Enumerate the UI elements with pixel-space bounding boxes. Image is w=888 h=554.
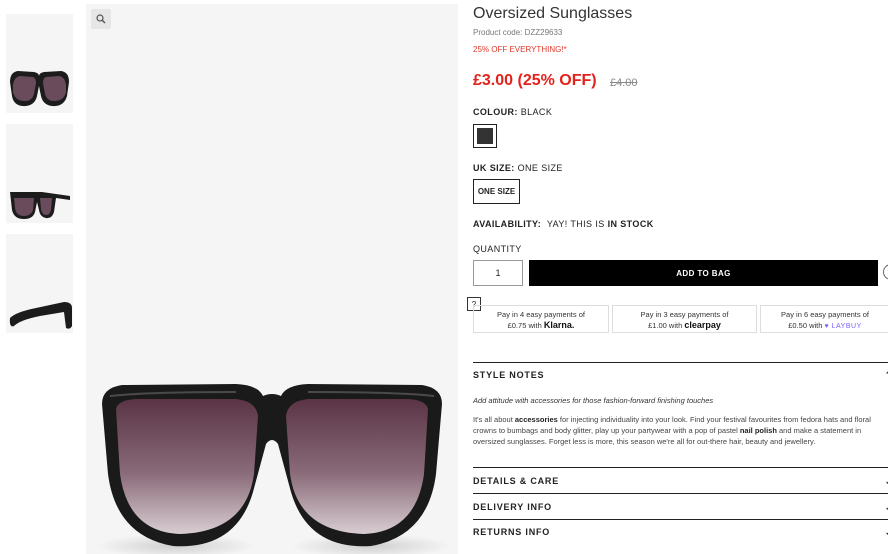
style-notes-tagline: Add attitude with accessories for those … bbox=[473, 396, 714, 405]
chevron-up-icon: ⌃ bbox=[885, 370, 888, 381]
size-label-key: UK SIZE: bbox=[473, 163, 515, 173]
style-notes-header[interactable]: STYLE NOTES ⌃ bbox=[473, 370, 888, 380]
chevron-down-icon: ⌄ bbox=[885, 476, 888, 487]
availability-label: AVAILABILITY: YAY! THIS IS IN STOCK bbox=[473, 219, 654, 229]
divider bbox=[473, 362, 888, 363]
payment-line: Pay in 4 easy payments of bbox=[497, 310, 585, 319]
body-link-accessories[interactable]: accessories bbox=[515, 415, 558, 424]
thumbnail-front[interactable] bbox=[6, 14, 73, 113]
payment-line: Pay in 3 easy payments of bbox=[640, 310, 729, 319]
payment-amount-row: £0.50 with ♥ LAYBUY bbox=[761, 320, 888, 332]
divider bbox=[473, 467, 888, 468]
thumbnail-angle[interactable] bbox=[6, 124, 73, 223]
size-label: UK SIZE: ONE SIZE bbox=[473, 163, 563, 173]
details-care-header[interactable]: DETAILS & CARE ⌄ bbox=[473, 476, 888, 486]
payment-option-laybuy[interactable]: Pay in 6 easy payments of £0.50 with ♥ L… bbox=[760, 305, 888, 333]
chevron-down-icon: ⌄ bbox=[885, 502, 888, 513]
colour-swatch-black[interactable] bbox=[473, 124, 497, 148]
main-product-image[interactable] bbox=[86, 4, 458, 554]
swatch-fill bbox=[477, 128, 493, 144]
original-price: £4.00 bbox=[610, 77, 638, 89]
payment-option-klarna[interactable]: Pay in 4 easy payments of £0.75 with Kla… bbox=[473, 305, 609, 333]
payment-amount: £0.75 with bbox=[507, 321, 542, 330]
heart-icon[interactable] bbox=[883, 264, 888, 280]
payment-amount: £0.50 with bbox=[788, 321, 823, 330]
delivery-info-header[interactable]: DELIVERY INFO ⌄ bbox=[473, 502, 888, 512]
sale-price: £3.00 (25% OFF) bbox=[473, 72, 597, 89]
colour-label-key: COLOUR: bbox=[473, 107, 518, 117]
style-notes-body: It's all about accessories for injecting… bbox=[473, 414, 888, 450]
sunglasses-image bbox=[96, 384, 451, 554]
product-code: Product code: DZZ29633 bbox=[473, 28, 563, 37]
quantity-input[interactable]: 1 bbox=[473, 260, 523, 286]
clearpay-logo: clearpay bbox=[684, 320, 721, 330]
colour-label: COLOUR: BLACK bbox=[473, 107, 552, 117]
delivery-info-title: DELIVERY INFO bbox=[473, 502, 552, 512]
payment-amount-row: £0.75 with Klarna. bbox=[474, 320, 608, 331]
product-title: Oversized Sunglasses bbox=[473, 5, 633, 22]
size-value: ONE SIZE bbox=[517, 163, 563, 173]
payment-amount: £1.00 with bbox=[648, 321, 683, 330]
availability-prefix: YAY! THIS IS bbox=[546, 219, 605, 229]
returns-info-header[interactable]: RETURNS INFO ⌄ bbox=[473, 527, 888, 537]
thumbnail-side[interactable] bbox=[6, 234, 73, 333]
divider bbox=[473, 519, 888, 520]
payment-line: Pay in 6 easy payments of bbox=[781, 310, 869, 319]
laybuy-logo: ♥ LAYBUY bbox=[824, 323, 862, 330]
availability-status: IN STOCK bbox=[607, 219, 654, 229]
thumbnail-list bbox=[6, 14, 74, 344]
payment-option-clearpay[interactable]: Pay in 3 easy payments of £1.00 with cle… bbox=[612, 305, 757, 333]
divider bbox=[473, 493, 888, 494]
availability-label-key: AVAILABILITY: bbox=[473, 219, 542, 229]
payment-amount-row: £1.00 with clearpay bbox=[613, 320, 756, 331]
promo-text[interactable]: 25% OFF EVERYTHING!* bbox=[473, 45, 567, 54]
body-link-nail-polish[interactable]: nail polish bbox=[740, 426, 777, 435]
details-care-title: DETAILS & CARE bbox=[473, 476, 560, 486]
laybuy-text: LAYBUY bbox=[831, 323, 862, 330]
klarna-logo: Klarna. bbox=[543, 320, 575, 330]
quantity-label: QUANTITY bbox=[473, 244, 522, 254]
colour-value: BLACK bbox=[520, 107, 553, 117]
style-notes-title: STYLE NOTES bbox=[473, 370, 545, 380]
size-option-one-size[interactable]: ONE SIZE bbox=[473, 179, 520, 204]
chevron-down-icon: ⌄ bbox=[885, 527, 888, 538]
add-to-bag-button[interactable]: ADD TO BAG bbox=[529, 260, 878, 286]
body-text-1: It's all about bbox=[473, 415, 515, 424]
returns-info-title: RETURNS INFO bbox=[473, 527, 551, 537]
